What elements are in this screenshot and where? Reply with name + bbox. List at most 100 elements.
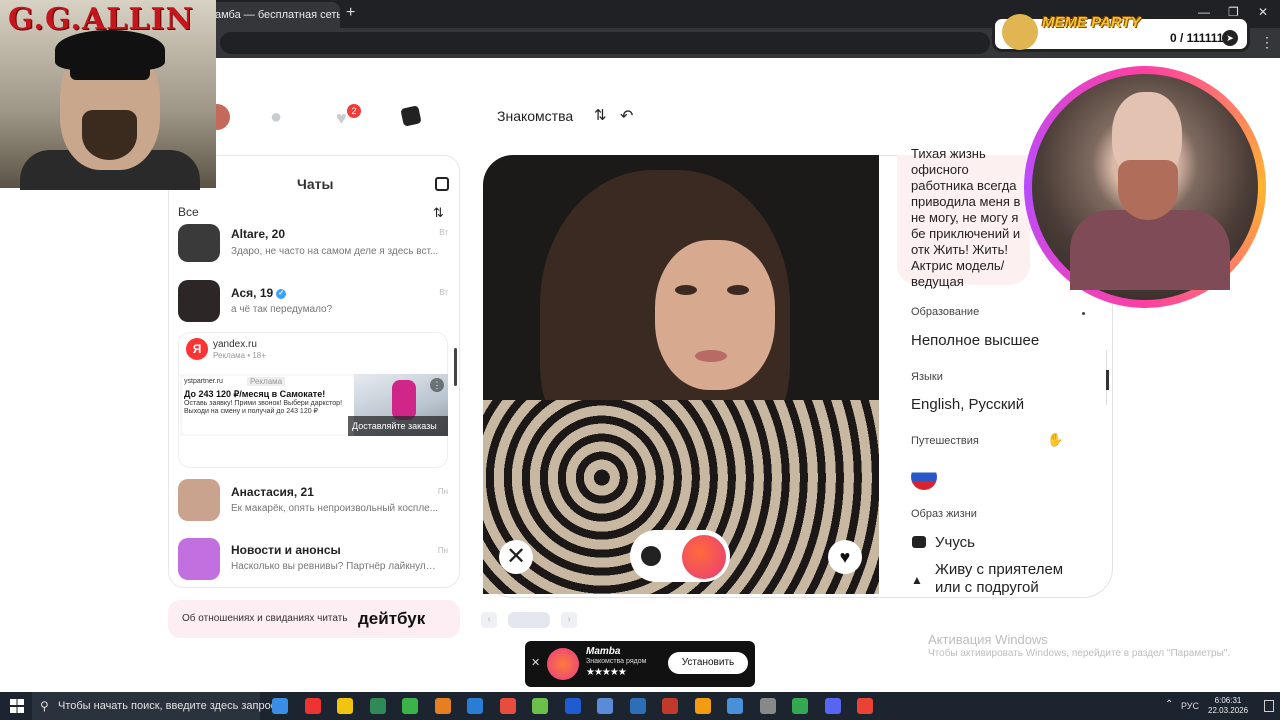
- taskbar-app-icon[interactable]: [369, 698, 386, 714]
- chat-name-text: Ася, 19: [231, 286, 274, 300]
- superlike-button[interactable]: [682, 535, 726, 579]
- education-label: Образование: [911, 306, 980, 318]
- chat-item[interactable]: Ася, 19 ✓ а чё так передумало? Вт: [178, 280, 448, 328]
- rating-stars: ★★★★★: [586, 667, 627, 678]
- chat-item[interactable]: Altare, 20 Здаро, не часто на самом деле…: [178, 224, 448, 274]
- streamer-shirt: [1070, 210, 1230, 290]
- likes-badge: 2: [347, 104, 361, 118]
- taskbar-app-icon[interactable]: [532, 698, 548, 714]
- address-bar[interactable]: [220, 32, 990, 54]
- chat-item[interactable]: Анастасия, 21 Ек макарёк, опять непроизв…: [178, 479, 448, 527]
- filter-icon[interactable]: ⇅: [594, 106, 607, 124]
- meme-party-count: 0 / 111111: [1170, 31, 1224, 45]
- page-title: Знакомства: [497, 108, 574, 124]
- chat-avatar: [178, 224, 220, 262]
- study-icon: [912, 536, 926, 548]
- taskbar-app-icon[interactable]: [564, 698, 581, 714]
- cards-icon[interactable]: [400, 105, 422, 127]
- taskbar-app-icon[interactable]: [597, 698, 613, 714]
- russia-flag-icon: [911, 464, 937, 490]
- avatar-icon[interactable]: [216, 104, 230, 130]
- like-button[interactable]: ♥: [828, 540, 862, 574]
- undo-icon[interactable]: ↶: [620, 106, 633, 126]
- dislike-button[interactable]: ✕: [499, 540, 533, 574]
- taskbar-app-icon[interactable]: [434, 698, 451, 714]
- chat-time: Пн: [437, 487, 448, 496]
- lifestyle-item: Живу с приятелем или с подругой: [935, 561, 1064, 596]
- chat-preview: Здаро, не часто на самом деле я здесь вс…: [231, 246, 439, 257]
- chat-preview: а чё так передумало?: [231, 304, 333, 315]
- languages-label: Языки: [911, 371, 943, 383]
- taskbar-app-icon[interactable]: [824, 698, 841, 714]
- sort-icon[interactable]: ⇅: [433, 205, 444, 221]
- browser-tab[interactable]: амба — бесплатная сеть зна: [205, 2, 340, 28]
- taskbar-app-icon[interactable]: [759, 698, 776, 714]
- chat-time: Вт: [439, 228, 448, 237]
- chats-filter[interactable]: Все: [178, 205, 199, 219]
- ad-cta-button[interactable]: Доставляйте заказы: [348, 416, 448, 436]
- taskbar-app-icon[interactable]: [304, 698, 321, 714]
- clock-date: 22.03.2026: [1208, 706, 1249, 715]
- message-button[interactable]: [641, 546, 661, 566]
- taskbar-app-icon[interactable]: [402, 698, 418, 714]
- lifestyle-item: Учусь: [935, 534, 975, 551]
- languages-value: English, Русский: [911, 396, 1025, 413]
- taskbar-app-icon[interactable]: [337, 698, 353, 714]
- new-chat-icon[interactable]: [435, 177, 449, 191]
- taskbar-app-icon[interactable]: [857, 698, 873, 714]
- taskbar-app-icon[interactable]: [499, 698, 516, 714]
- chats-scrollbar[interactable]: [454, 348, 457, 386]
- search-icon[interactable]: ●: [270, 106, 282, 129]
- photo-face: [655, 240, 775, 390]
- app-subtitle: Знакомства рядом: [586, 658, 647, 665]
- taskbar-search-placeholder: Чтобы начать поиск, введите здесь запрос: [58, 700, 277, 712]
- taskbar-app-icon[interactable]: [727, 698, 743, 714]
- more-icon[interactable]: ⋮: [430, 378, 444, 392]
- profile-about: Тихая жизнь офисного работника всегда пр…: [911, 146, 1021, 289]
- chats-title: Чаты: [297, 176, 334, 192]
- chat-item[interactable]: Новости и анонсы Насколько вы ревнивы? П…: [178, 538, 448, 586]
- streamer-beard: [1118, 160, 1178, 220]
- browser-menu-icon[interactable]: ⋮: [1260, 34, 1274, 51]
- close-icon[interactable]: ✕: [531, 656, 540, 669]
- pager-indicator: [508, 612, 550, 628]
- meme-party-title: MEME PARTY: [1042, 14, 1141, 31]
- taskbar-app-icon[interactable]: [662, 698, 678, 714]
- chat-avatar: [178, 479, 220, 521]
- telegram-icon: ➤: [1222, 30, 1238, 46]
- photo-eye: [675, 285, 697, 295]
- chat-avatar: [178, 280, 220, 322]
- language-indicator[interactable]: РУС: [1181, 701, 1199, 711]
- taskbar-app-icon[interactable]: [694, 698, 711, 714]
- mamba-app-icon: [547, 648, 579, 680]
- prev-button[interactable]: ‹: [481, 612, 497, 628]
- taskbar-app-icon[interactable]: [272, 698, 288, 714]
- overlay-title: G.G.ALLIN: [8, 2, 194, 37]
- taskbar-app-icon[interactable]: [629, 698, 646, 714]
- ad-partner: ystpartner.ru: [184, 378, 223, 385]
- notification-icon[interactable]: [1264, 700, 1274, 712]
- next-button[interactable]: ›: [561, 612, 577, 628]
- new-tab-button[interactable]: +: [346, 4, 355, 22]
- home-icon: ▲: [911, 573, 923, 587]
- dot: [1082, 312, 1085, 315]
- activation-text: Чтобы активировать Windows, перейдите в …: [928, 648, 1231, 659]
- taskbar-app-icon[interactable]: [467, 698, 483, 714]
- ad-domain: yandex.ru: [213, 339, 257, 350]
- hand-cursor-icon: ✋: [1047, 432, 1064, 447]
- window-close-button[interactable]: ✕: [1258, 5, 1268, 19]
- chat-name: Новости и анонсы: [231, 543, 341, 557]
- chat-name: Altare, 20: [231, 227, 286, 241]
- yandex-logo: Я: [186, 338, 208, 360]
- promo-text: Об отношениях и свиданиях читать: [182, 613, 348, 624]
- profile-scrollbar[interactable]: [1106, 370, 1109, 390]
- search-icon: ⚲: [40, 699, 49, 713]
- taskbar-app-icon[interactable]: [792, 698, 808, 714]
- travel-label: Путешествия: [911, 435, 979, 447]
- clock[interactable]: 6:06:31 22.03.2026: [1208, 696, 1248, 716]
- ad-tag: Реклама: [247, 377, 286, 386]
- chat-time: Пн: [437, 546, 448, 555]
- chat-time: Вт: [439, 288, 448, 297]
- install-button[interactable]: Установить: [668, 652, 748, 674]
- tray-expand-icon[interactable]: ⌃: [1165, 699, 1173, 710]
